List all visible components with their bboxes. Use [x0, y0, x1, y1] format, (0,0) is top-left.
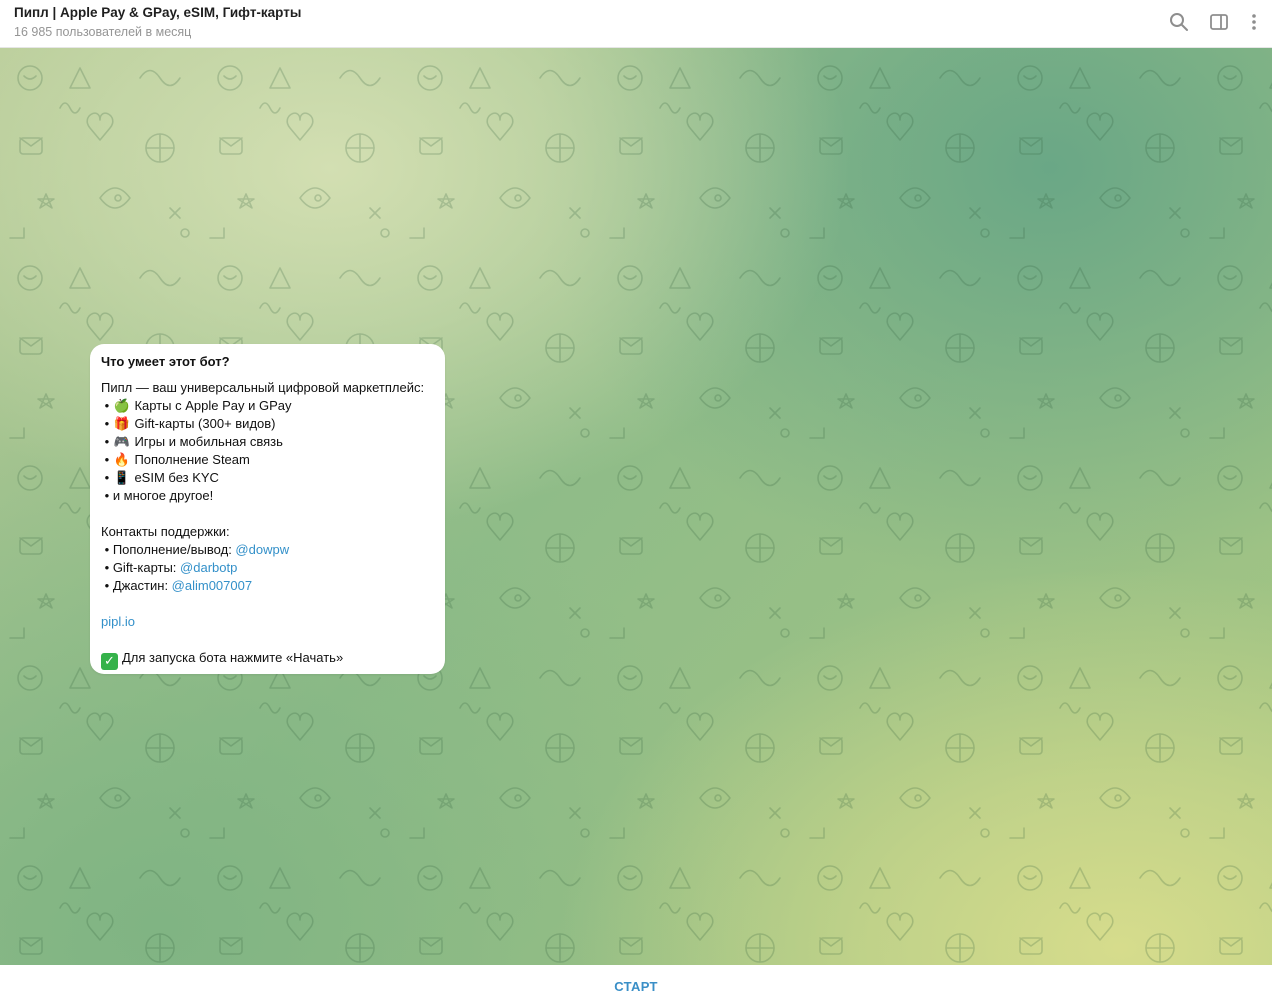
sidebar-toggle-button[interactable] — [1207, 10, 1231, 34]
contact-link-darbotp[interactable]: @darbotp — [180, 560, 237, 575]
search-button[interactable] — [1167, 10, 1191, 34]
chat-header: Пипл | Apple Pay & GPay, eSIM, Гифт-карт… — [0, 0, 1272, 48]
contacts-title: Контакты поддержки: — [101, 524, 230, 539]
cta-line: ✓ Для запуска бота нажмите «Начать» — [101, 649, 434, 670]
feature-item: • 🎁 Gift-карты (300+ видов) — [104, 416, 276, 432]
feature-item: • 🔥 Пополнение Steam — [104, 452, 250, 468]
contact-link-alim007007[interactable]: @alim007007 — [172, 578, 252, 593]
chat-subtitle: 16 985 пользователей в месяц — [14, 25, 192, 39]
bottom-bar: СТАРТ — [0, 965, 1272, 1008]
bot-description-message: Что умеет этот бот? Пипл — ваш универсал… — [90, 344, 445, 674]
search-icon — [1170, 13, 1188, 31]
chat-title[interactable]: Пипл | Apple Pay & GPay, eSIM, Гифт-карт… — [14, 5, 301, 20]
contact-item: • Джастин: @alim007007 — [104, 578, 253, 593]
green-apple-emoji-icon: 🍏 — [113, 399, 130, 414]
contact-item: • Пополнение/вывод: @dowpw — [104, 542, 290, 557]
feature-item: • 📱 eSIM без KYC — [104, 470, 219, 486]
website-link[interactable]: pipl.io — [101, 614, 135, 629]
mobile-phone-emoji-icon: 📱 — [113, 471, 130, 486]
gift-emoji-icon: 🎁 — [113, 417, 130, 432]
check-mark-icon: ✓ — [101, 653, 118, 670]
message-intro: Пипл — ваш универсальный цифровой маркет… — [101, 380, 425, 395]
cta-text: Для запуска бота нажмите «Начать» — [122, 650, 344, 665]
gamepad-emoji-icon: 🎮 — [113, 435, 130, 450]
fire-emoji-icon: 🔥 — [113, 453, 130, 468]
contact-link-dowpw[interactable]: @dowpw — [235, 542, 289, 557]
message-title: Что умеет этот бот? — [101, 354, 230, 369]
feature-item: • 🍏 Карты с Apple Pay и GPay — [104, 398, 292, 414]
more-vertical-icon — [1252, 14, 1256, 30]
more-button[interactable] — [1242, 10, 1266, 34]
sidebar-toggle-icon — [1210, 14, 1228, 30]
feature-item: • 🎮 Игры и мобильная связь — [104, 434, 283, 450]
feature-item: • и многое другое! — [104, 488, 214, 503]
start-button[interactable]: СТАРТ — [596, 973, 676, 1000]
contact-item: • Gift-карты: @darbotp — [104, 560, 238, 575]
chat-background: Что умеет этот бот? Пипл — ваш универсал… — [0, 48, 1272, 965]
